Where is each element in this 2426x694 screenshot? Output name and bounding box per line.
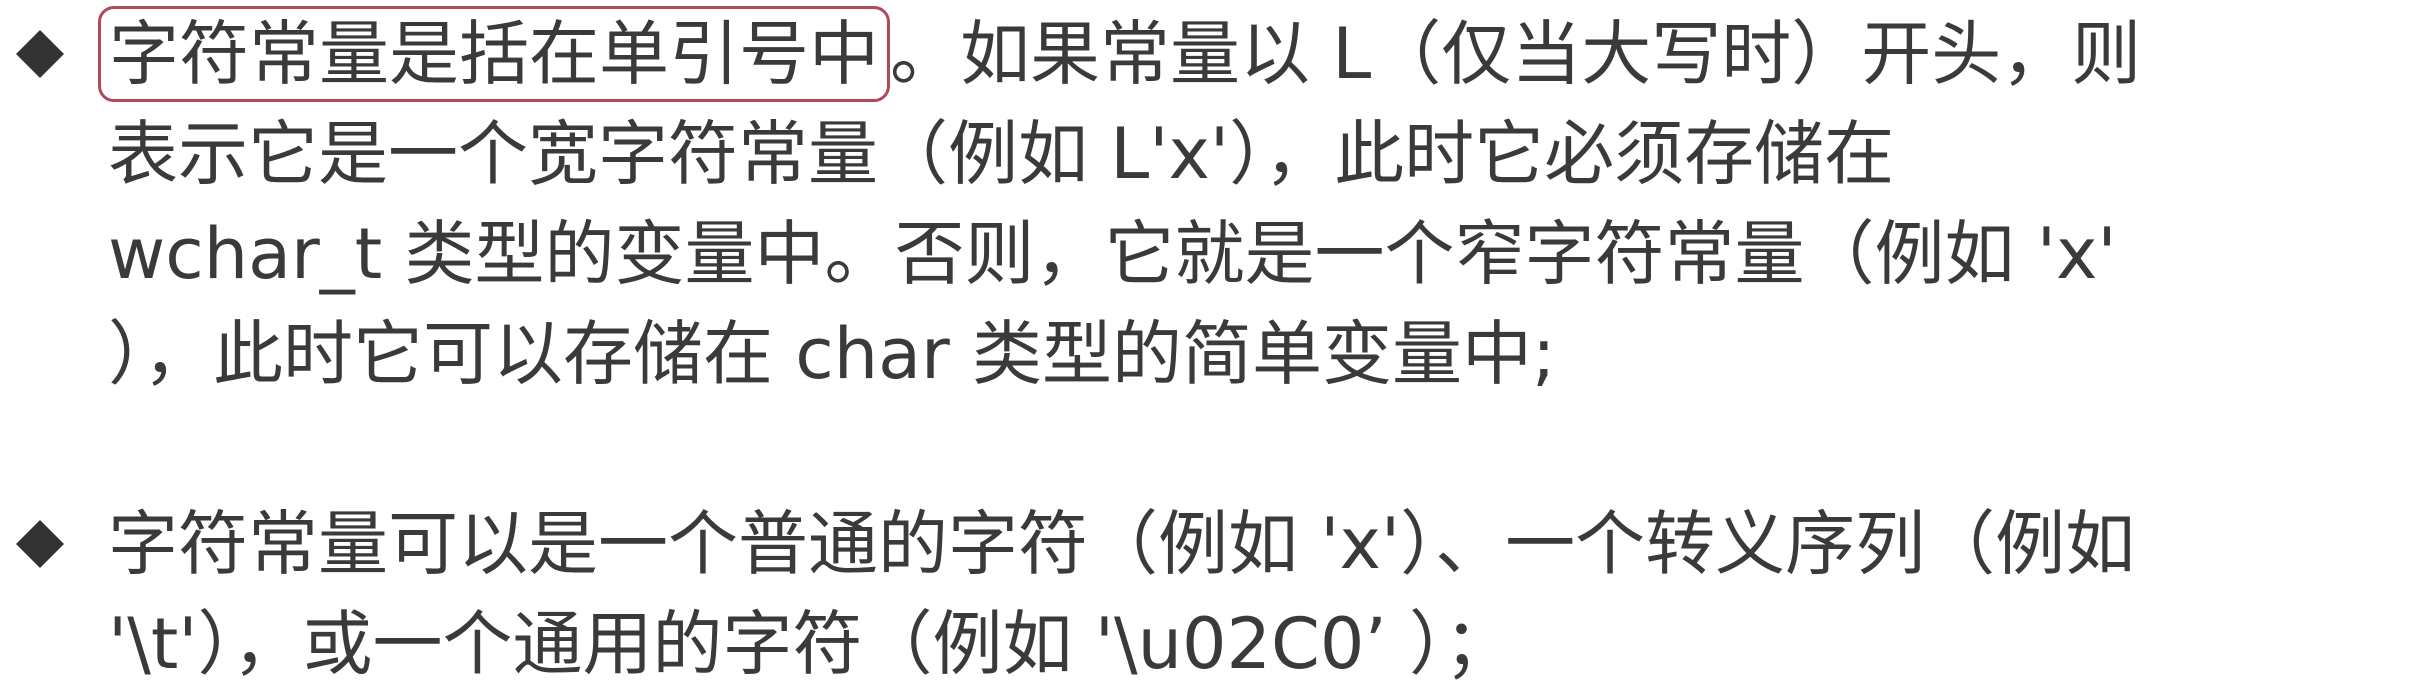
line-text: wchar_t 类型的变量中。否则，它就是一个窄字符常量（例如 'x' xyxy=(108,213,2117,295)
line-text: 字符常量可以是一个普通的字符（例如 'x'）、一个转义序列（例如 xyxy=(108,503,2136,585)
highlighted-phrase: 字符常量是括在单引号中 xyxy=(98,6,890,102)
bullet-line-1: 字符常量可以是一个普通的字符（例如 'x'）、一个转义序列（例如 xyxy=(108,494,2135,594)
slide: 字符常量是括在单引号中 。如果常量以 L（仅当大写时）开头，则 表示它是一个宽字符… xyxy=(0,0,2426,691)
bullet-line-2: 表示它是一个宽字符常量（例如 L'x'），此时它必须存储在 xyxy=(108,104,1894,204)
bullet-line-1: 字符常量是括在单引号中 。如果常量以 L（仅当大写时）开头，则 xyxy=(98,4,2142,104)
line-text: 表示它是一个宽字符常量（例如 L'x'），此时它必须存储在 xyxy=(108,113,1895,195)
bullet-line-3: wchar_t 类型的变量中。否则，它就是一个窄字符常量（例如 'x' xyxy=(108,204,2117,304)
diamond-bullet-icon xyxy=(14,518,66,570)
bullet-line-4: ），此时它可以存储在 char 类型的简单变量中; xyxy=(108,304,1556,404)
line-text: ），此时它可以存储在 char 类型的简单变量中; xyxy=(108,313,1556,395)
line-text: '\t'），或一个通用的字符（例如 '\u02C0’ ）； xyxy=(108,603,1514,685)
bullet-line-2: '\t'），或一个通用的字符（例如 '\u02C0’ ）； xyxy=(108,594,1514,694)
line-text: 。如果常量以 L（仅当大写时）开头，则 xyxy=(890,13,2142,95)
diamond-bullet-icon xyxy=(14,28,66,80)
